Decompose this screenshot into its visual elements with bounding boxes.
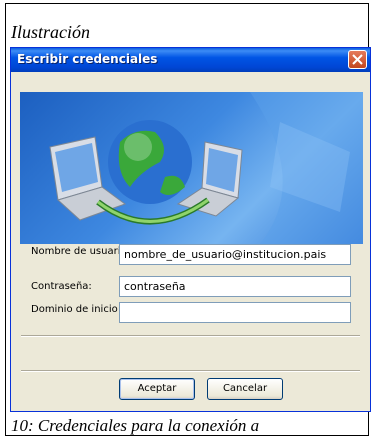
domain-input[interactable] xyxy=(119,302,351,323)
username-label: Nombre de usuario: xyxy=(31,246,130,257)
password-label: Contraseña: xyxy=(31,281,92,292)
close-icon xyxy=(352,54,363,65)
separator-lower xyxy=(21,370,360,372)
separator-upper xyxy=(21,335,360,337)
network-globe-laptops-icon xyxy=(49,92,363,244)
cancel-button[interactable]: Cancelar xyxy=(207,378,283,400)
username-input[interactable] xyxy=(119,244,351,265)
caption-bottom: 10: Credenciales para la conexión a xyxy=(11,416,260,435)
caption-top: Ilustración xyxy=(11,22,90,42)
close-button[interactable] xyxy=(348,50,367,69)
banner-image xyxy=(20,92,363,244)
ok-button[interactable]: Aceptar xyxy=(119,378,195,400)
credentials-dialog: Escribir credenciales Nombre de usuario:… xyxy=(10,47,371,412)
dialog-title: Escribir credenciales xyxy=(17,52,158,66)
title-bar[interactable]: Escribir credenciales xyxy=(11,48,370,72)
password-input[interactable] xyxy=(119,276,351,297)
